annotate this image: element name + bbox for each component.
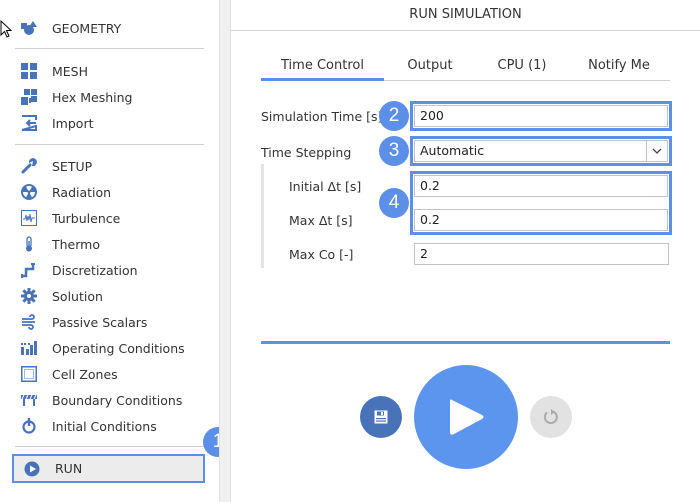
sidebar-item-initial-conditions[interactable]: Initial Conditions (0, 413, 210, 439)
play-circle-icon (23, 460, 41, 478)
time-stepping-select[interactable]: Automatic (414, 140, 668, 162)
power-icon (20, 417, 38, 435)
sidebar: GEOMETRY MESH Hex Meshing Import SETUP R… (0, 0, 233, 502)
sidebar-item-setup[interactable]: SETUP (0, 153, 210, 179)
sidebar-item-passive-scalars[interactable]: Passive Scalars (0, 309, 210, 335)
sidebar-item-geometry[interactable]: GEOMETRY (0, 15, 210, 41)
gear-icon (20, 287, 38, 305)
run-play-button[interactable] (414, 365, 518, 469)
barrier-icon (20, 391, 38, 409)
grid-icon (20, 62, 38, 80)
max-dt-label: Max Δt [s] (289, 213, 353, 228)
play-icon (450, 399, 484, 435)
step-badge-4: 4 (379, 188, 409, 218)
tab-output[interactable]: Output (384, 52, 476, 80)
waveform-icon (20, 209, 38, 227)
wind-icon (20, 313, 38, 331)
tab-bar: Time Control Output CPU (1) Notify Me (261, 52, 670, 81)
max-dt-input[interactable]: 0.2 (414, 209, 668, 231)
sidebar-item-label: Passive Scalars (52, 314, 148, 330)
page-title: RUN SIMULATION (231, 0, 700, 31)
max-co-input[interactable]: 2 (414, 243, 669, 265)
divider (15, 144, 204, 145)
sidebar-item-mesh[interactable]: MESH (0, 58, 210, 84)
tab-time-control[interactable]: Time Control (261, 52, 384, 81)
pipe-icon (20, 261, 38, 279)
sidebar-item-label: Turbulence (52, 210, 121, 226)
save-icon (374, 410, 388, 424)
step-badge-2: 2 (379, 101, 409, 131)
reset-button[interactable] (530, 396, 572, 438)
sidebar-item-label: RUN (55, 461, 83, 476)
sidebar-item-label: Discretization (52, 262, 138, 278)
tab-notify-me[interactable]: Notify Me (568, 52, 670, 80)
sidebar-item-operating-conditions[interactable]: Operating Conditions (0, 335, 210, 361)
reset-icon (543, 409, 558, 425)
sidebar-item-label: Initial Conditions (52, 418, 157, 434)
sidebar-item-label: Operating Conditions (52, 340, 185, 356)
sidebar-item-label: MESH (52, 63, 89, 79)
max-co-label: Max Co [-] (289, 247, 354, 262)
sidebar-item-label: Cell Zones (52, 366, 118, 382)
step-badge-3: 3 (379, 136, 409, 166)
sidebar-item-label: Thermo (52, 236, 100, 252)
radiation-icon (20, 183, 38, 201)
indent-bar (261, 164, 264, 268)
sidebar-item-run[interactable]: RUN (12, 454, 205, 483)
sidebar-item-radiation[interactable]: Radiation (0, 179, 210, 205)
sidebar-item-hex-meshing[interactable]: Hex Meshing (0, 84, 210, 110)
wrench-icon (20, 157, 38, 175)
sidebar-item-label: Radiation (52, 184, 112, 200)
sidebar-item-solution[interactable]: Solution (0, 283, 210, 309)
import-icon (20, 114, 38, 132)
time-stepping-label: Time Stepping (261, 145, 352, 160)
simulation-time-label: Simulation Time [s] (261, 109, 383, 124)
tab-cpu[interactable]: CPU (1) (476, 52, 568, 80)
simulation-time-input[interactable]: 200 (414, 105, 668, 127)
sidebar-item-label: Boundary Conditions (52, 392, 183, 408)
chevron-down-icon[interactable] (646, 141, 667, 161)
shapes-icon (20, 19, 38, 37)
initial-dt-input[interactable]: 0.2 (414, 175, 668, 197)
thermometer-icon (20, 235, 38, 253)
sidebar-item-import[interactable]: Import (0, 110, 210, 136)
time-stepping-value: Automatic (420, 143, 485, 158)
bar-chart-icon (20, 339, 38, 357)
save-button[interactable] (360, 396, 402, 438)
panel-splitter[interactable] (219, 0, 231, 502)
sidebar-item-cell-zones[interactable]: Cell Zones (0, 361, 210, 387)
hex-mesh-icon (20, 88, 38, 106)
sidebar-item-label: Hex Meshing (52, 89, 133, 105)
sidebar-item-label: SETUP (52, 158, 93, 174)
sidebar-item-label: GEOMETRY (52, 20, 122, 36)
sidebar-item-boundary-conditions[interactable]: Boundary Conditions (0, 387, 210, 413)
sidebar-item-turbulence[interactable]: Turbulence (0, 205, 210, 231)
dotted-square-icon (20, 365, 38, 383)
divider (15, 48, 204, 49)
sidebar-item-label: Import (52, 115, 94, 131)
sidebar-item-thermo[interactable]: Thermo (0, 231, 210, 257)
sidebar-item-label: Solution (52, 288, 103, 304)
initial-dt-label: Initial Δt [s] (289, 179, 362, 194)
sidebar-item-discretization[interactable]: Discretization (0, 257, 210, 283)
divider (15, 446, 204, 447)
